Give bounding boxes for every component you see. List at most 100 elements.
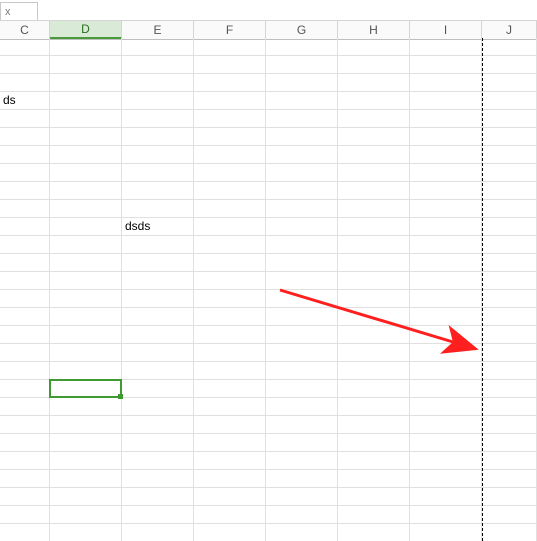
cell-J1[interactable] — [482, 38, 537, 56]
cell-C19[interactable] — [0, 362, 50, 380]
cell-D1[interactable] — [50, 38, 122, 56]
cell-I23[interactable] — [410, 434, 482, 452]
cell-J13[interactable] — [482, 254, 537, 272]
cell-D4[interactable] — [50, 92, 122, 110]
cell-F20[interactable] — [194, 380, 266, 398]
cell-D22[interactable] — [50, 416, 122, 434]
cell-H8[interactable] — [338, 164, 410, 182]
cell-D3[interactable] — [50, 74, 122, 92]
cell-E27[interactable] — [122, 506, 194, 524]
cell-F15[interactable] — [194, 290, 266, 308]
cell-E14[interactable] — [122, 272, 194, 290]
cell-I17[interactable] — [410, 326, 482, 344]
cell-J12[interactable] — [482, 236, 537, 254]
cell-G13[interactable] — [266, 254, 338, 272]
cell-D28[interactable] — [50, 524, 122, 541]
cell-E28[interactable] — [122, 524, 194, 541]
cell-J26[interactable] — [482, 488, 537, 506]
cell-E1[interactable] — [122, 38, 194, 56]
cell-F25[interactable] — [194, 470, 266, 488]
cell-D11[interactable] — [50, 218, 122, 236]
cell-G11[interactable] — [266, 218, 338, 236]
cell-H18[interactable] — [338, 344, 410, 362]
cell-F11[interactable] — [194, 218, 266, 236]
cell-C15[interactable] — [0, 290, 50, 308]
cell-J3[interactable] — [482, 74, 537, 92]
cell-E9[interactable] — [122, 182, 194, 200]
cell-I25[interactable] — [410, 470, 482, 488]
cell-J7[interactable] — [482, 146, 537, 164]
cell-G16[interactable] — [266, 308, 338, 326]
cell-E24[interactable] — [122, 452, 194, 470]
cell-H9[interactable] — [338, 182, 410, 200]
column-header-H[interactable]: H — [338, 21, 410, 39]
cell-F24[interactable] — [194, 452, 266, 470]
cell-D26[interactable] — [50, 488, 122, 506]
cell-D19[interactable] — [50, 362, 122, 380]
cell-C18[interactable] — [0, 344, 50, 362]
cell-H1[interactable] — [338, 38, 410, 56]
cell-F9[interactable] — [194, 182, 266, 200]
cell-I8[interactable] — [410, 164, 482, 182]
cell-G19[interactable] — [266, 362, 338, 380]
cell-C7[interactable] — [0, 146, 50, 164]
cell-F23[interactable] — [194, 434, 266, 452]
cell-I6[interactable] — [410, 128, 482, 146]
cell-G21[interactable] — [266, 398, 338, 416]
cell-G22[interactable] — [266, 416, 338, 434]
cell-J19[interactable] — [482, 362, 537, 380]
cell-F14[interactable] — [194, 272, 266, 290]
column-header-C[interactable]: C — [0, 21, 50, 39]
column-header-G[interactable]: G — [266, 21, 338, 39]
cell-E26[interactable] — [122, 488, 194, 506]
cell-D6[interactable] — [50, 128, 122, 146]
cell-E10[interactable] — [122, 200, 194, 218]
cell-H28[interactable] — [338, 524, 410, 541]
cell-C4[interactable]: ds — [0, 92, 50, 110]
cell-C14[interactable] — [0, 272, 50, 290]
cell-J14[interactable] — [482, 272, 537, 290]
cell-F5[interactable] — [194, 110, 266, 128]
cell-E16[interactable] — [122, 308, 194, 326]
cell-F1[interactable] — [194, 38, 266, 56]
cell-D14[interactable] — [50, 272, 122, 290]
cell-D12[interactable] — [50, 236, 122, 254]
cell-F2[interactable] — [194, 56, 266, 74]
cell-E25[interactable] — [122, 470, 194, 488]
cell-J28[interactable] — [482, 524, 537, 541]
cell-D13[interactable] — [50, 254, 122, 272]
cell-H6[interactable] — [338, 128, 410, 146]
cell-D5[interactable] — [50, 110, 122, 128]
cell-D25[interactable] — [50, 470, 122, 488]
cell-D18[interactable] — [50, 344, 122, 362]
cell-E4[interactable] — [122, 92, 194, 110]
cell-G24[interactable] — [266, 452, 338, 470]
cell-I16[interactable] — [410, 308, 482, 326]
cell-E11[interactable]: dsds — [122, 218, 194, 236]
cell-I5[interactable] — [410, 110, 482, 128]
cell-J21[interactable] — [482, 398, 537, 416]
cell-C3[interactable] — [0, 74, 50, 92]
cell-C17[interactable] — [0, 326, 50, 344]
cell-E20[interactable] — [122, 380, 194, 398]
cell-F22[interactable] — [194, 416, 266, 434]
cell-I4[interactable] — [410, 92, 482, 110]
cell-C25[interactable] — [0, 470, 50, 488]
cell-D23[interactable] — [50, 434, 122, 452]
cell-J24[interactable] — [482, 452, 537, 470]
cell-H10[interactable] — [338, 200, 410, 218]
cell-H17[interactable] — [338, 326, 410, 344]
cell-D2[interactable] — [50, 56, 122, 74]
cell-J25[interactable] — [482, 470, 537, 488]
cell-I2[interactable] — [410, 56, 482, 74]
cell-G23[interactable] — [266, 434, 338, 452]
cell-H24[interactable] — [338, 452, 410, 470]
cell-D20[interactable] — [50, 380, 122, 398]
cell-I24[interactable] — [410, 452, 482, 470]
cell-F17[interactable] — [194, 326, 266, 344]
cell-G5[interactable] — [266, 110, 338, 128]
column-header-F[interactable]: F — [194, 21, 266, 39]
cell-D24[interactable] — [50, 452, 122, 470]
cell-D27[interactable] — [50, 506, 122, 524]
cell-H26[interactable] — [338, 488, 410, 506]
